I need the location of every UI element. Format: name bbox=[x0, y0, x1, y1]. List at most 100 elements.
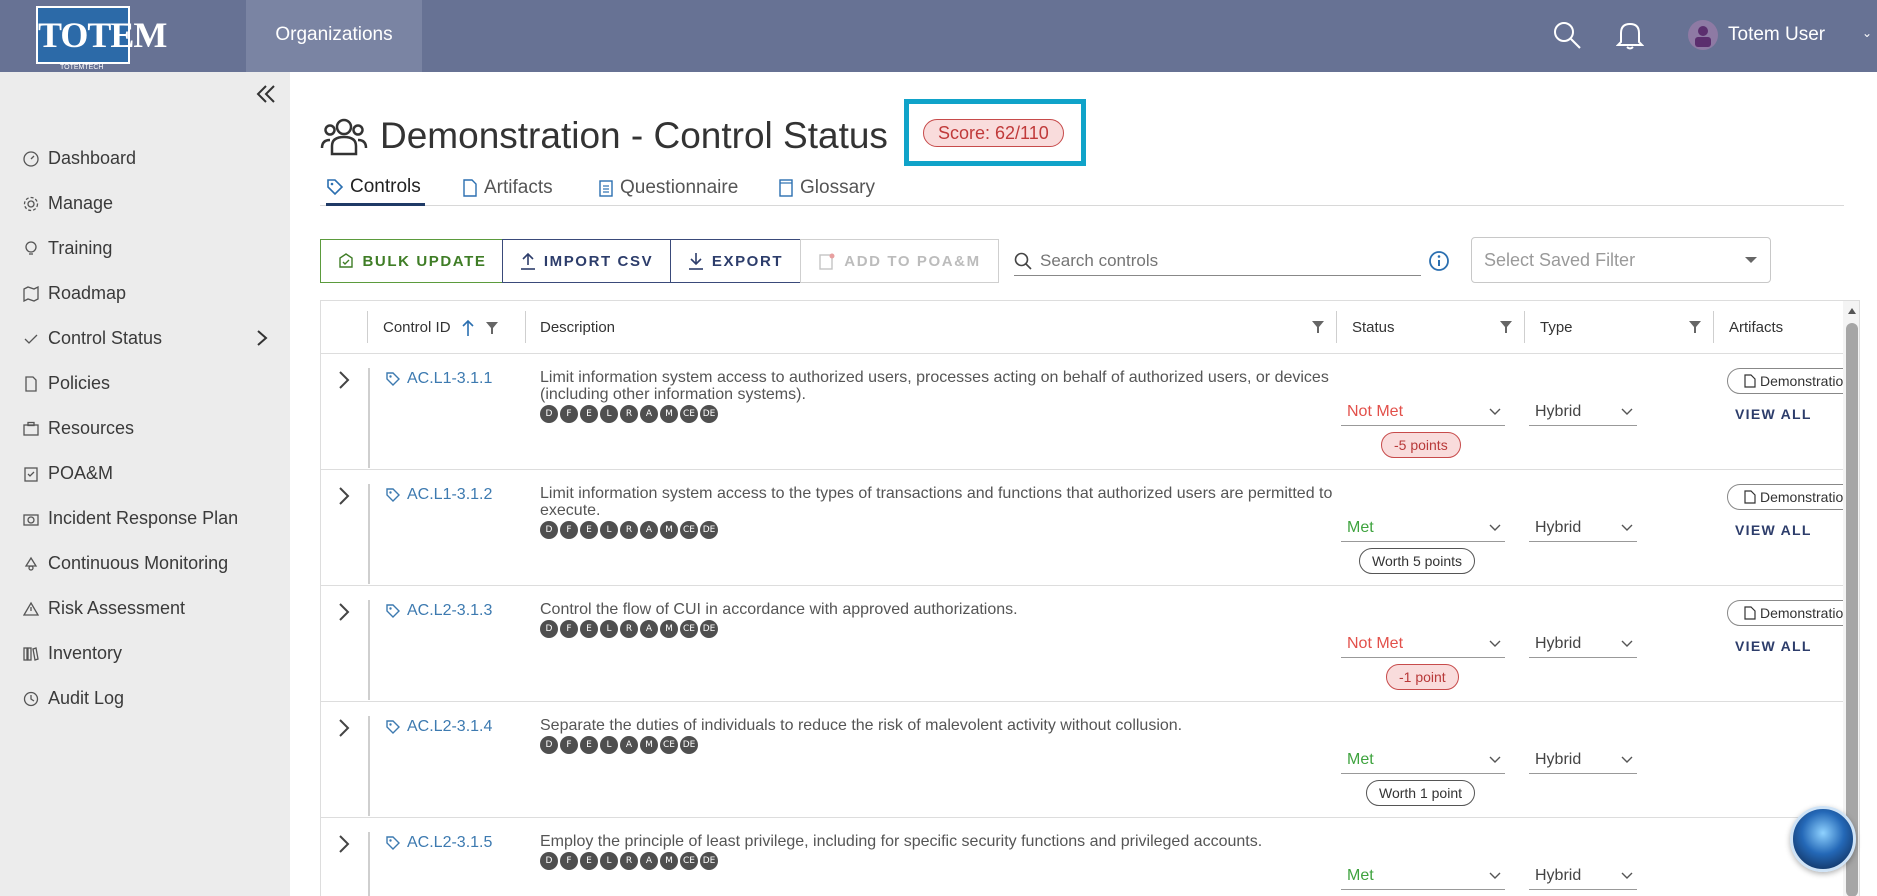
expand-row-icon[interactable] bbox=[337, 718, 351, 738]
control-id-link[interactable]: AC.L2-3.1.4 bbox=[385, 718, 492, 736]
column-label: Description bbox=[540, 319, 616, 336]
caret-down-icon bbox=[1745, 257, 1757, 263]
sidebar-item-label: Manage bbox=[48, 193, 114, 213]
logo[interactable]: TOTEM TOTEMTECH bbox=[36, 6, 167, 71]
saved-filter-select[interactable]: Select Saved Filter bbox=[1471, 237, 1771, 283]
view-all-link[interactable]: VIEW ALL bbox=[1735, 522, 1812, 538]
badge: E bbox=[580, 852, 598, 870]
export-button[interactable]: EXPORT bbox=[670, 239, 801, 283]
sidebar-item-audit-log[interactable]: Audit Log bbox=[0, 676, 290, 721]
sidebar-item-inventory[interactable]: Inventory bbox=[0, 631, 290, 676]
tab-bar: Controls Artifacts Questionnaire Glossar… bbox=[320, 170, 1844, 206]
sidebar: Dashboard Manage Training Roadmap Contro… bbox=[0, 72, 290, 896]
artifact-chip[interactable]: Demonstration bbox=[1727, 600, 1859, 626]
tab-questionnaire[interactable]: Questionnaire bbox=[598, 170, 738, 206]
badge: E bbox=[580, 521, 598, 539]
chevron-down-icon bbox=[1621, 640, 1633, 647]
top-bar: TOTEM TOTEMTECH Organizations Totem User… bbox=[0, 0, 1877, 72]
description-text: Limit information system access to the t… bbox=[540, 485, 1333, 519]
control-id-link[interactable]: AC.L2-3.1.5 bbox=[385, 834, 492, 852]
chat-widget-button[interactable] bbox=[1790, 806, 1856, 872]
column-control-id[interactable]: Control ID bbox=[383, 301, 499, 354]
control-id-link[interactable]: AC.L1-3.1.2 bbox=[385, 486, 492, 504]
organizations-tab[interactable]: Organizations bbox=[246, 0, 422, 72]
tab-artifacts[interactable]: Artifacts bbox=[462, 170, 553, 206]
view-all-link[interactable]: VIEW ALL bbox=[1735, 638, 1812, 654]
type-select[interactable]: Hybrid bbox=[1529, 632, 1637, 658]
type-value: Hybrid bbox=[1535, 635, 1582, 652]
filter-icon[interactable] bbox=[1499, 320, 1513, 334]
page-title: Demonstration - Control Status bbox=[380, 115, 888, 156]
expand-row-icon[interactable] bbox=[337, 370, 351, 390]
filter-icon[interactable] bbox=[1688, 320, 1702, 334]
view-all-link[interactable]: VIEW ALL bbox=[1735, 406, 1812, 422]
column-artifacts[interactable]: Artifacts bbox=[1729, 301, 1783, 354]
import-csv-button[interactable]: IMPORT CSV bbox=[502, 239, 671, 283]
filter-icon[interactable] bbox=[1311, 320, 1325, 334]
badge: F bbox=[560, 736, 578, 754]
table-row: AC.L1-3.1.2 Limit information system acc… bbox=[321, 470, 1859, 586]
sort-ascending-icon[interactable] bbox=[461, 319, 475, 337]
expand-row-icon[interactable] bbox=[337, 834, 351, 854]
sidebar-item-label: POA&M bbox=[48, 463, 114, 483]
control-description: Limit information system access to the t… bbox=[540, 485, 1340, 539]
column-type[interactable]: Type bbox=[1540, 301, 1573, 354]
column-description[interactable]: Description bbox=[540, 301, 615, 354]
camera-icon bbox=[22, 510, 40, 528]
search-icon[interactable] bbox=[1552, 20, 1582, 50]
badge: CE bbox=[680, 521, 698, 539]
status-select[interactable]: Not Met bbox=[1341, 400, 1505, 426]
user-avatar-icon bbox=[1688, 20, 1718, 50]
chevron-down-icon bbox=[1621, 756, 1633, 763]
chevron-down-icon[interactable]: ⌄ bbox=[1862, 26, 1872, 40]
badge: F bbox=[560, 852, 578, 870]
bell-icon[interactable] bbox=[1616, 20, 1644, 50]
artifact-chip[interactable]: Demonstration bbox=[1727, 484, 1859, 510]
expand-row-icon[interactable] bbox=[337, 486, 351, 506]
status-select[interactable]: Met bbox=[1341, 516, 1505, 542]
type-select[interactable]: Hybrid bbox=[1529, 748, 1637, 774]
sidebar-item-continuous-monitoring[interactable]: Continuous Monitoring bbox=[0, 541, 290, 586]
control-id-link[interactable]: AC.L2-3.1.3 bbox=[385, 602, 492, 620]
sidebar-item-roadmap[interactable]: Roadmap bbox=[0, 271, 290, 316]
table-scrollbar[interactable] bbox=[1843, 301, 1859, 896]
badge: CE bbox=[680, 852, 698, 870]
bulk-update-label: BULK UPDATE bbox=[362, 252, 487, 270]
sidebar-item-manage[interactable]: Manage bbox=[0, 181, 290, 226]
sidebar-item-policies[interactable]: Policies bbox=[0, 361, 290, 406]
description-text: Employ the principle of least privilege,… bbox=[540, 833, 1263, 850]
expand-row-icon[interactable] bbox=[337, 602, 351, 622]
type-select[interactable]: Hybrid bbox=[1529, 516, 1637, 542]
filter-icon[interactable] bbox=[485, 321, 499, 335]
artifact-chip[interactable]: Demonstration bbox=[1727, 368, 1859, 394]
saved-filter-placeholder: Select Saved Filter bbox=[1484, 249, 1636, 270]
sidebar-item-poam[interactable]: POA&M bbox=[0, 451, 290, 496]
info-icon[interactable] bbox=[1428, 250, 1450, 272]
tab-glossary[interactable]: Glossary bbox=[778, 170, 875, 206]
column-status[interactable]: Status bbox=[1352, 301, 1395, 354]
score-highlight: Score: 62/110 bbox=[904, 99, 1086, 166]
sidebar-item-dashboard[interactable]: Dashboard bbox=[0, 136, 290, 181]
type-select[interactable]: Hybrid bbox=[1529, 400, 1637, 426]
status-select[interactable]: Not Met bbox=[1341, 632, 1505, 658]
briefcase-icon bbox=[22, 420, 40, 438]
badge: E bbox=[580, 736, 598, 754]
sidebar-item-risk-assessment[interactable]: Risk Assessment bbox=[0, 586, 290, 631]
sidebar-item-resources[interactable]: Resources bbox=[0, 406, 290, 451]
scroll-up-icon[interactable] bbox=[1847, 307, 1857, 315]
search-input[interactable] bbox=[1040, 250, 1410, 271]
sidebar-item-control-status[interactable]: Control Status bbox=[0, 316, 290, 361]
type-select[interactable]: Hybrid bbox=[1529, 864, 1637, 890]
sidebar-item-training[interactable]: Training bbox=[0, 226, 290, 271]
scroll-thumb[interactable] bbox=[1846, 323, 1858, 896]
status-select[interactable]: Met bbox=[1341, 748, 1505, 774]
sidebar-item-incident-response-plan[interactable]: Incident Response Plan bbox=[0, 496, 290, 541]
collapse-sidebar-icon[interactable] bbox=[254, 82, 278, 106]
add-to-poam-button[interactable]: ADD TO POA&M bbox=[800, 239, 999, 283]
bulk-update-button[interactable]: BULK UPDATE bbox=[320, 239, 503, 283]
control-id-link[interactable]: AC.L1-3.1.1 bbox=[385, 370, 492, 388]
user-menu[interactable]: Totem User bbox=[1688, 18, 1825, 52]
tab-controls[interactable]: Controls bbox=[326, 170, 425, 206]
status-select[interactable]: Met bbox=[1341, 864, 1505, 890]
chevron-right-icon[interactable] bbox=[256, 329, 268, 347]
